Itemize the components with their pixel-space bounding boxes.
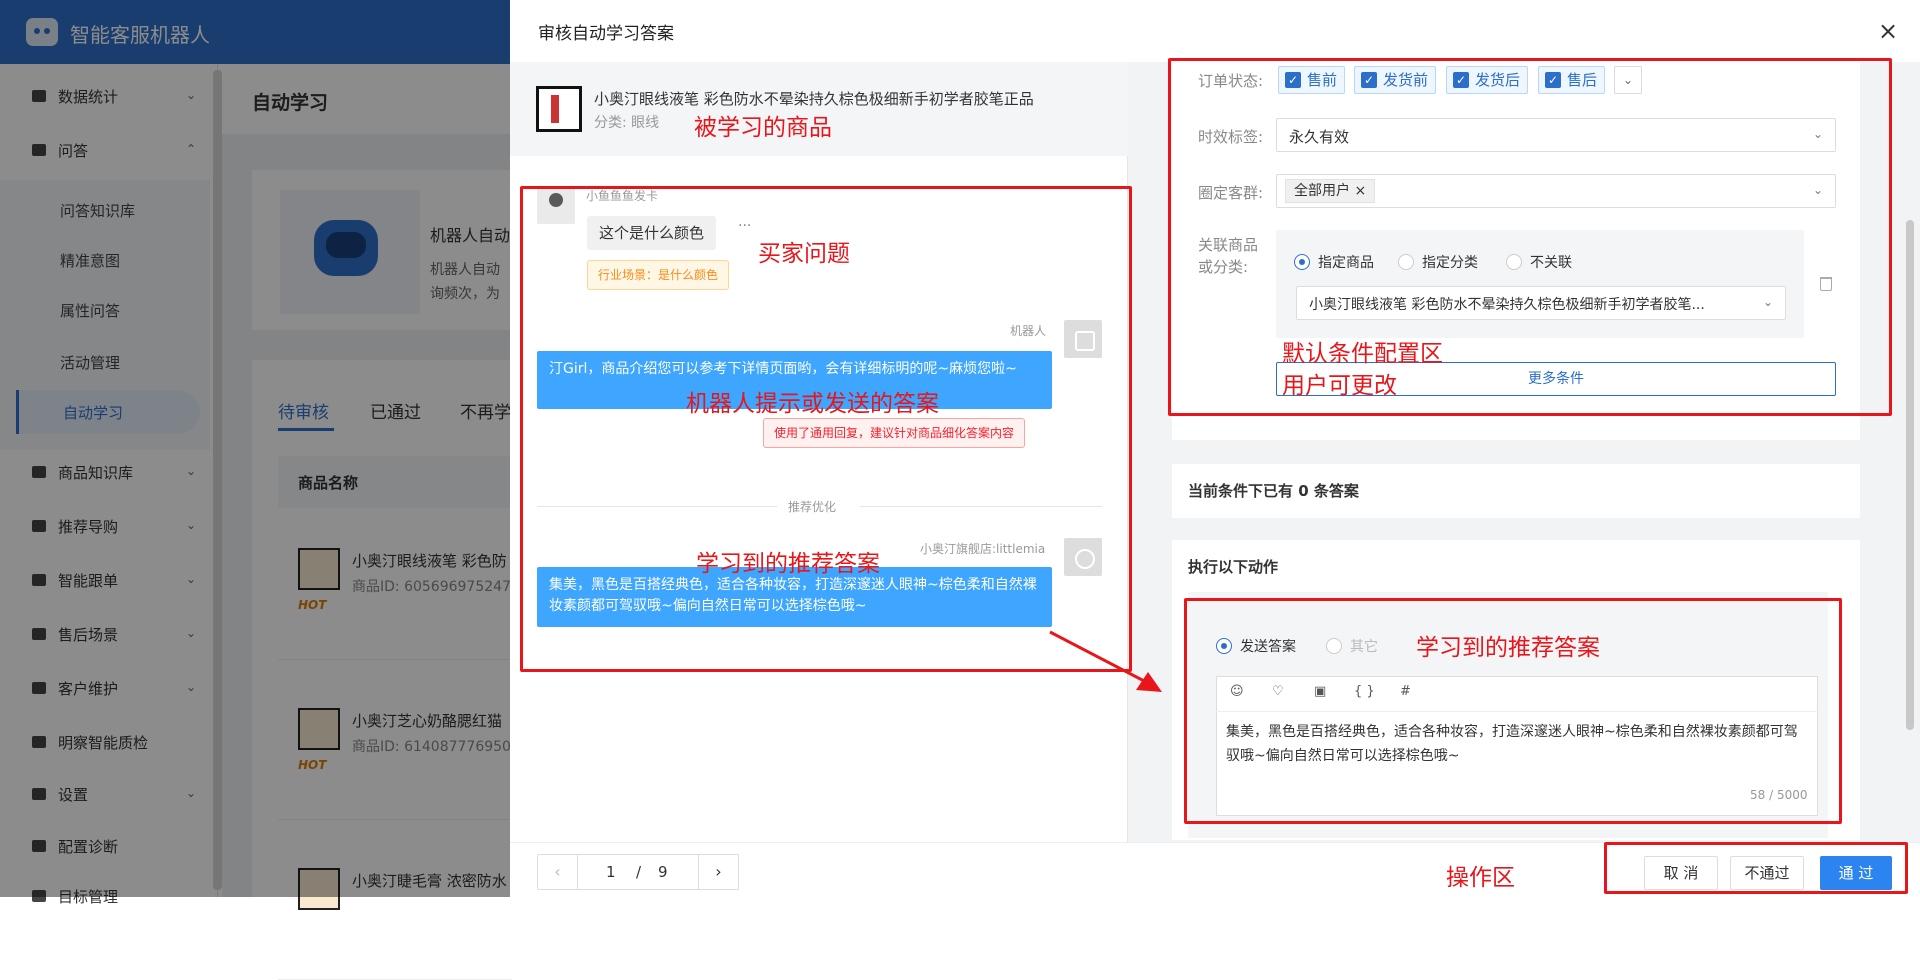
annotation-box-conditions [1168, 58, 1892, 416]
product-name: 小奥汀眼线液笔 彩色防水不晕染持久棕色极细新手初学者胶笔正品 [594, 90, 1034, 108]
drawer-scrollbar[interactable] [1906, 220, 1914, 730]
annotation-learned-right: 学习到的推荐答案 [1416, 635, 1600, 661]
annotation-box-operation [1604, 842, 1908, 894]
drawer-title: 审核自动学习答案 [538, 24, 674, 44]
close-icon[interactable]: × [1876, 19, 1900, 44]
page-separator: / [636, 863, 642, 881]
annotation-bot-answer: 机器人提示或发送的答案 [686, 391, 939, 417]
action-title: 执行以下动作 [1188, 558, 1279, 576]
annotation-arrow-icon [1049, 630, 1162, 692]
page-current[interactable]: 1 [606, 863, 616, 881]
annotation-product: 被学习的商品 [694, 115, 832, 141]
annotation-learned-left: 学习到的推荐答案 [696, 551, 880, 577]
chevron-left-icon[interactable]: ‹ [538, 855, 578, 889]
modal-mask[interactable] [0, 0, 512, 897]
chevron-right-icon[interactable]: › [698, 855, 738, 889]
product-category: 分类: 眼线 [594, 115, 660, 131]
annotation-operation: 操作区 [1446, 865, 1515, 891]
annotation-buyer-question: 买家问题 [758, 241, 850, 267]
annotation-default-conditions: 默认条件配置区 [1282, 341, 1443, 367]
answer-count: 当前条件下已有 0 条答案 [1188, 482, 1359, 500]
page-total: 9 [658, 863, 668, 881]
annotation-editable: 用户可更改 [1282, 373, 1397, 399]
pager: ‹ 1 / 9 › [537, 854, 739, 890]
product-thumbnail [536, 86, 582, 132]
